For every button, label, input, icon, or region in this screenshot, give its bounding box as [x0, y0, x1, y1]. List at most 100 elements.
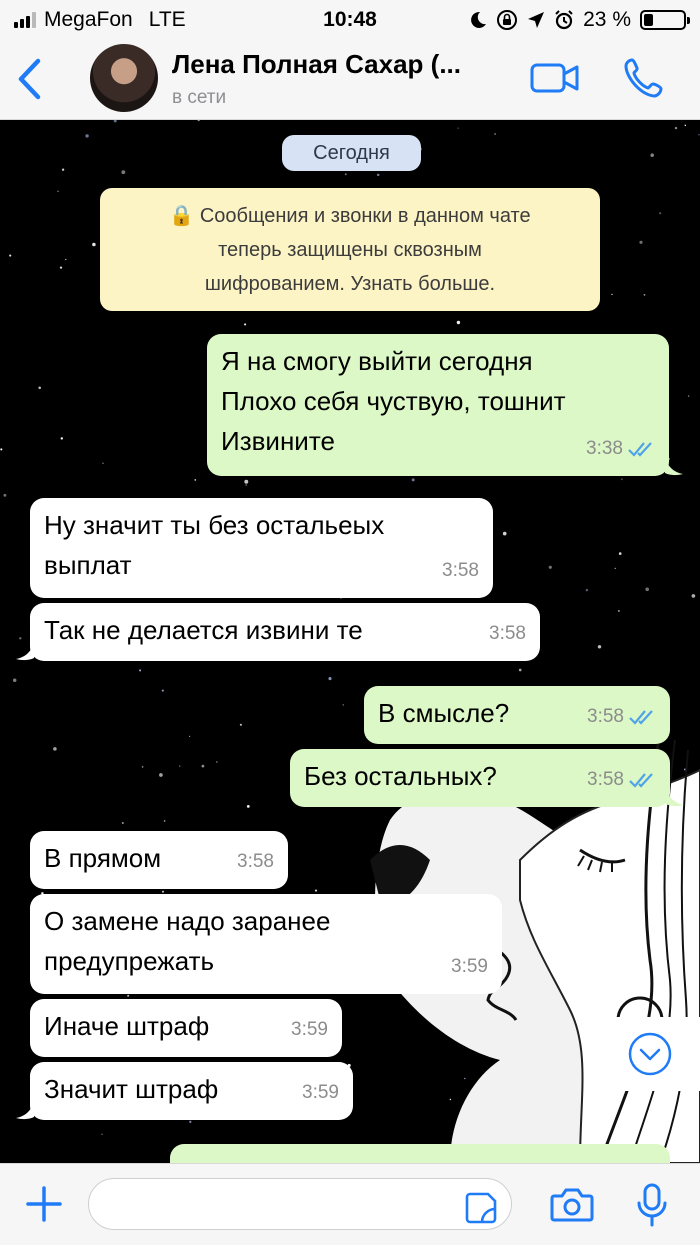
star	[60, 437, 64, 440]
camera-icon[interactable]	[550, 1186, 594, 1224]
message-bubble-incoming[interactable]: В прямом 3:58	[30, 831, 288, 889]
message-meta: 3:58	[489, 614, 526, 654]
scroll-to-bottom-button[interactable]	[600, 1017, 700, 1091]
message-meta: 3:58	[587, 760, 656, 800]
message-bubble-incoming[interactable]: Ну значит ты без остальеых выплат 3:58	[30, 498, 493, 598]
star	[645, 587, 650, 592]
alarm-icon	[555, 10, 573, 30]
star	[139, 669, 142, 672]
star	[19, 637, 22, 640]
star	[141, 766, 144, 768]
message-time: 3:59	[302, 1082, 339, 1103]
star	[92, 242, 96, 247]
star	[376, 173, 380, 177]
message-text: Иначе штраф	[44, 1011, 210, 1041]
bubble-tail	[666, 787, 684, 807]
star	[57, 190, 59, 193]
message-bubble-incoming[interactable]: Так не делается извини те 3:58	[16, 603, 540, 661]
star	[618, 552, 622, 555]
do-not-disturb-icon	[471, 11, 487, 28]
star	[411, 478, 415, 482]
message-bubble-outgoing[interactable]: В смысле? 3:58	[364, 686, 670, 744]
chevron-left-icon[interactable]	[16, 58, 42, 100]
star	[38, 386, 41, 390]
star	[121, 170, 126, 175]
star	[9, 254, 12, 257]
video-camera-icon[interactable]	[530, 62, 580, 94]
message-input[interactable]	[88, 1178, 512, 1230]
star	[59, 266, 63, 269]
star	[197, 120, 200, 122]
message-bubble-incoming[interactable]: О замене надо заранее предупрежать 3:59	[30, 894, 502, 994]
star	[85, 134, 89, 138]
orientation-lock-icon	[497, 10, 518, 30]
star	[597, 645, 602, 649]
microphone-icon[interactable]	[636, 1183, 668, 1227]
message-bubble-incoming[interactable]: Иначе штраф 3:59	[30, 999, 342, 1057]
encryption-notice[interactable]: 🔒 Сообщения и звонки в данном чате тепер…	[100, 188, 600, 311]
message-meta: 3:58	[587, 697, 656, 737]
star	[0, 448, 3, 451]
star	[201, 764, 205, 768]
contact-name[interactable]: Лена Полная Сахар (...	[172, 49, 461, 80]
message-time: 3:58	[237, 851, 274, 872]
star	[344, 173, 347, 176]
star	[161, 689, 164, 692]
star	[189, 1120, 192, 1124]
message-meta: 3:58	[237, 842, 274, 882]
chat-area[interactable]: Сегодня 🔒 Сообщения и звонки в данном ча…	[0, 120, 700, 1163]
status-bar-right: 23 %	[469, 8, 690, 32]
star	[639, 240, 643, 244]
star	[3, 493, 7, 497]
star	[687, 395, 690, 397]
star	[585, 588, 589, 592]
sticker-icon[interactable]	[464, 1191, 498, 1225]
star	[494, 133, 497, 135]
star	[457, 127, 459, 129]
plus-icon[interactable]	[24, 1184, 64, 1224]
message-text: О замене надо заранее предупрежать	[44, 906, 331, 976]
message-time: 3:59	[451, 956, 488, 977]
chevron-down-circle-icon	[628, 1032, 672, 1076]
star	[246, 804, 250, 808]
avatar[interactable]	[90, 44, 158, 112]
star	[53, 747, 57, 751]
read-receipt-icon	[628, 442, 652, 457]
message-meta: 3:38	[586, 429, 655, 469]
message-time: 3:58	[587, 769, 624, 790]
star	[643, 294, 646, 296]
star	[314, 889, 318, 892]
status-bar: MegaFon LTE 10:48 23 %	[0, 0, 700, 40]
message-time: 3:38	[586, 438, 623, 459]
star	[216, 761, 218, 763]
star	[614, 567, 616, 570]
star	[244, 479, 249, 484]
star	[127, 994, 130, 997]
message-meta: 3:59	[291, 1010, 328, 1050]
bubble-tail	[665, 456, 683, 476]
battery-percent: 23 %	[583, 8, 631, 31]
message-bubble-outgoing[interactable]: Без остальных? 3:58	[290, 749, 684, 807]
message-time: 3:58	[489, 623, 526, 644]
star	[189, 735, 191, 738]
star	[342, 704, 345, 706]
message-bubble-outgoing-partial[interactable]	[170, 1144, 670, 1163]
star	[674, 126, 678, 130]
message-meta: 3:59	[451, 947, 488, 987]
message-bubble-incoming[interactable]: Значит штраф 3:59	[16, 1062, 353, 1120]
message-text: Значит штраф	[44, 1074, 219, 1104]
star	[121, 821, 124, 825]
star	[244, 323, 247, 326]
chat-header: Лена Полная Сахар (... в сети	[0, 40, 700, 120]
star	[611, 293, 613, 295]
phone-icon[interactable]	[622, 56, 666, 100]
star	[159, 773, 163, 777]
star	[698, 134, 700, 136]
bubble-tail	[16, 641, 34, 661]
star	[101, 1133, 103, 1136]
message-meta: 3:58	[442, 551, 479, 591]
message-time: 3:59	[291, 1019, 328, 1040]
read-receipt-icon	[629, 710, 653, 725]
date-separator: Сегодня	[282, 135, 421, 171]
message-bubble-outgoing[interactable]: Я на смогу выйти сегодня Плохо себя чуст…	[207, 334, 683, 476]
